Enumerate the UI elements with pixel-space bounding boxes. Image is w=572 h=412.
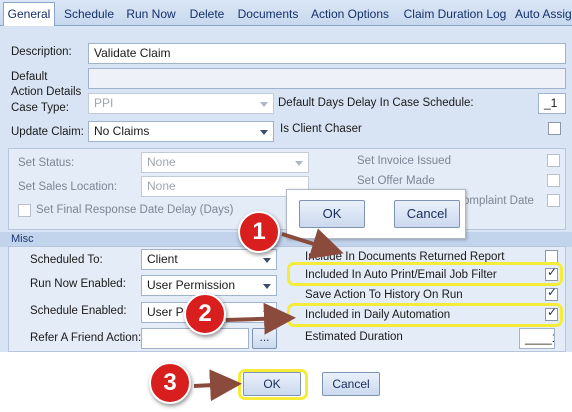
step-marker-1: 1: [238, 211, 280, 253]
arrow-1: [281, 228, 344, 260]
annotation-arrows: [193, 228, 344, 402]
step-marker-3: 3: [149, 362, 191, 404]
arrow-3: [193, 369, 242, 402]
arrow-2: [225, 302, 296, 335]
step-marker-2: 2: [184, 293, 226, 335]
